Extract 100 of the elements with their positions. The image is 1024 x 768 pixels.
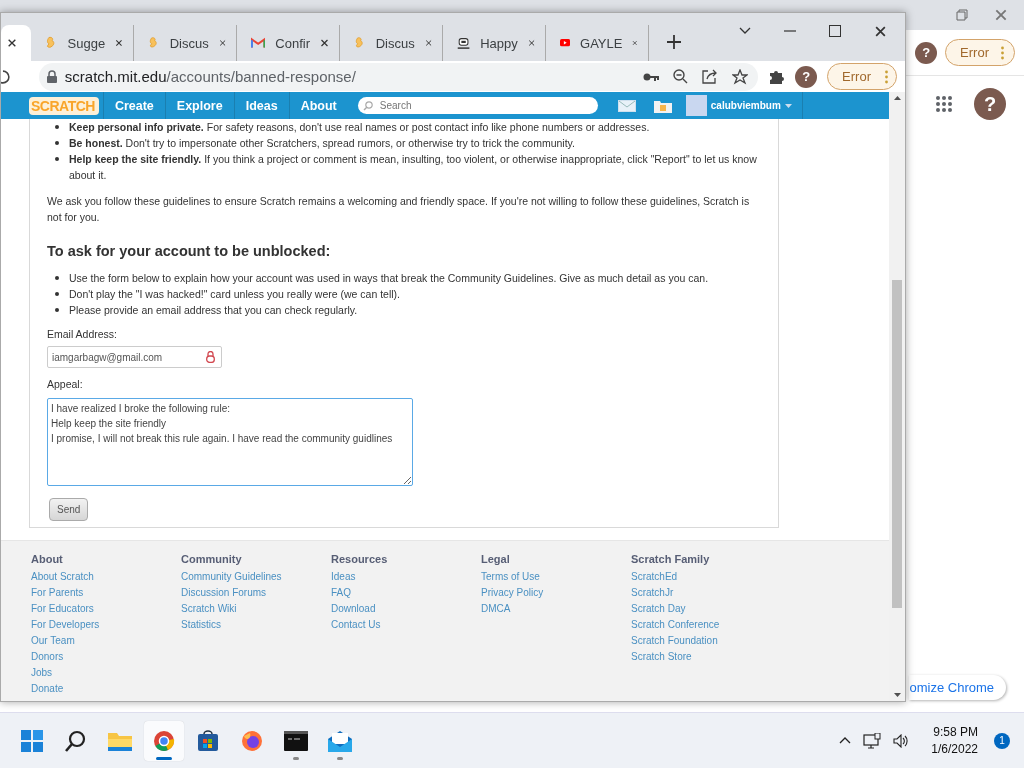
footer-link[interactable]: ScratchJr [631,585,674,601]
search-field[interactable]: Search [357,97,598,114]
footer-heading: About [31,553,63,565]
footer-link[interactable]: Scratch Store [631,649,692,665]
bullet-dot [55,141,59,145]
reload-icon[interactable] [1,68,11,85]
browser-icon[interactable] [153,729,175,752]
avatar-placeholder [685,95,707,116]
browser-tab[interactable]: Sugge [31,25,134,61]
share-icon[interactable] [702,69,719,84]
star-icon[interactable] [732,68,749,85]
profile-avatar[interactable]: ? [795,65,818,88]
scrollbar[interactable] [889,92,905,701]
section-heading: To ask for your account to be unblocked: [47,243,332,259]
send-button[interactable]: Send [49,498,89,521]
restore-icon [956,9,968,21]
site-logo[interactable]: SCRATCH [29,96,99,115]
footer-link[interactable]: For Developers [31,617,100,633]
footer-link[interactable]: Contact Us [331,617,381,633]
footer-link[interactable]: Scratch Day [631,601,686,617]
url-text: scratch.mit.edu/accounts/banned-response/ [64,68,357,85]
bullet-dot [55,292,59,296]
mail-icon[interactable] [328,729,352,752]
footer-heading: Scratch Family [631,553,710,565]
close-tab-icon[interactable] [320,38,329,48]
account-avatar[interactable]: ? [974,88,1006,120]
footer-link[interactable]: Ideas [331,569,356,585]
plus-icon [667,35,681,49]
close-icon[interactable] [874,24,887,38]
scroll-down-icon[interactable] [893,693,901,697]
store-bag-icon[interactable] [197,729,219,752]
search-icon[interactable] [65,729,87,752]
volume-icon[interactable] [893,733,910,748]
folder-icon[interactable] [653,98,672,113]
footer-link[interactable]: Scratch Wiki [181,601,237,617]
footer-heading: Community [181,553,242,565]
profile-error-button[interactable]: Error [945,39,1015,66]
list-item-text: Be honest. Don't try to impersonate other Scratchers, spread rumors, or otherwise try to trick the community. [68,136,575,151]
footer-link[interactable]: Community Guidelines [181,569,282,585]
footer-link[interactable]: Discussion Forums [181,585,267,601]
list-item-text: Use the form below to explain how your account was used in ways that break the Community Guidelines. Give as much detail as you can. [68,271,709,286]
bullet-dot [55,276,59,280]
terminal-icon[interactable] [284,730,308,751]
customize-chrome-button[interactable]: omize Chrome [909,675,1006,700]
footer-link[interactable]: Statistics [181,617,221,633]
bullet-dot [55,125,59,129]
extensions-puzzle-icon[interactable] [768,68,786,85]
browser-tab[interactable]: Discus [134,25,237,61]
browser-tab[interactable]: Confir [237,25,340,61]
address-bar[interactable]: scratch.mit.edu/accounts/banned-response/ [38,62,759,91]
fox-globe-icon[interactable] [241,729,263,752]
email-input-field[interactable]: iamgarbagw@gmail.com [47,346,222,368]
start-icon[interactable] [21,729,43,752]
footer-link[interactable]: For Educators [31,601,94,617]
footer-link[interactable]: Donors [31,649,64,665]
chevron-up-icon[interactable] [839,737,852,744]
field-label: Email Address: [47,327,119,342]
footer-link[interactable]: Scratch Conference [631,617,720,633]
zoom-out-icon[interactable] [673,69,689,84]
maximize-icon[interactable] [829,25,841,37]
profile-avatar[interactable]: ? [915,41,938,64]
footer-link[interactable]: Our Team [31,633,75,649]
lock-icon[interactable] [206,351,215,363]
apps-grid-icon[interactable] [936,96,952,112]
kebab-menu-icon [885,69,888,84]
clock[interactable]: 9:58 PM 1/6/2022 [931,723,978,758]
robot-favicon-icon [457,35,471,51]
browser-tab[interactable]: Happy [443,25,546,61]
footer-link[interactable]: About Scratch [31,569,94,585]
bullet-dot [55,308,59,312]
footer-link[interactable]: Privacy Policy [481,585,544,601]
site-favicon-icon [148,35,160,51]
footer-link[interactable]: DMCA [481,601,511,617]
profile-error-button[interactable]: Error [827,63,897,90]
close-tab-icon[interactable] [115,38,123,48]
footer-link[interactable]: Donate [31,681,64,697]
footer-link[interactable]: ScratchEd [631,569,678,585]
scrollbar-thumb[interactable] [892,280,902,608]
footer-link[interactable]: Terms of Use [481,569,540,585]
list-item-text: Please provide an email address that you can check regularly. [68,303,358,318]
network-icon[interactable] [863,732,882,749]
footer-link[interactable]: For Parents [31,585,84,601]
key-icon[interactable] [643,71,660,82]
footer-link[interactable]: Scratch Foundation [631,633,718,649]
notification-badge[interactable]: 1 [994,732,1010,749]
envelope-icon[interactable] [617,99,636,112]
footer-link[interactable]: Download [331,601,376,617]
kebab-menu-icon [1001,45,1004,60]
site-favicon-icon [354,35,366,51]
footer-link[interactable]: FAQ [331,585,351,601]
browser-tab[interactable]: Discus [340,25,443,61]
scroll-up-icon[interactable] [893,96,901,100]
footer-link[interactable]: Jobs [31,665,53,681]
close-tab-icon[interactable] [7,38,17,48]
tab-search-chevron-icon[interactable] [739,27,751,35]
folder-icon[interactable] [108,730,132,751]
list-item-text: Help keep the site friendly. If you think a project or comment is mean, insulting, too violent, or otherwise inappropriate, click "Report" to let us know about it. [68,152,758,183]
bullet-dot [55,157,59,161]
appeal-text-area[interactable]: I have realized I broke the following rule: Help keep the site friendly I promise, I will not break this rule again. I have read the community guidlines [47,398,413,486]
browser-tab[interactable]: GAYLE [546,25,649,61]
